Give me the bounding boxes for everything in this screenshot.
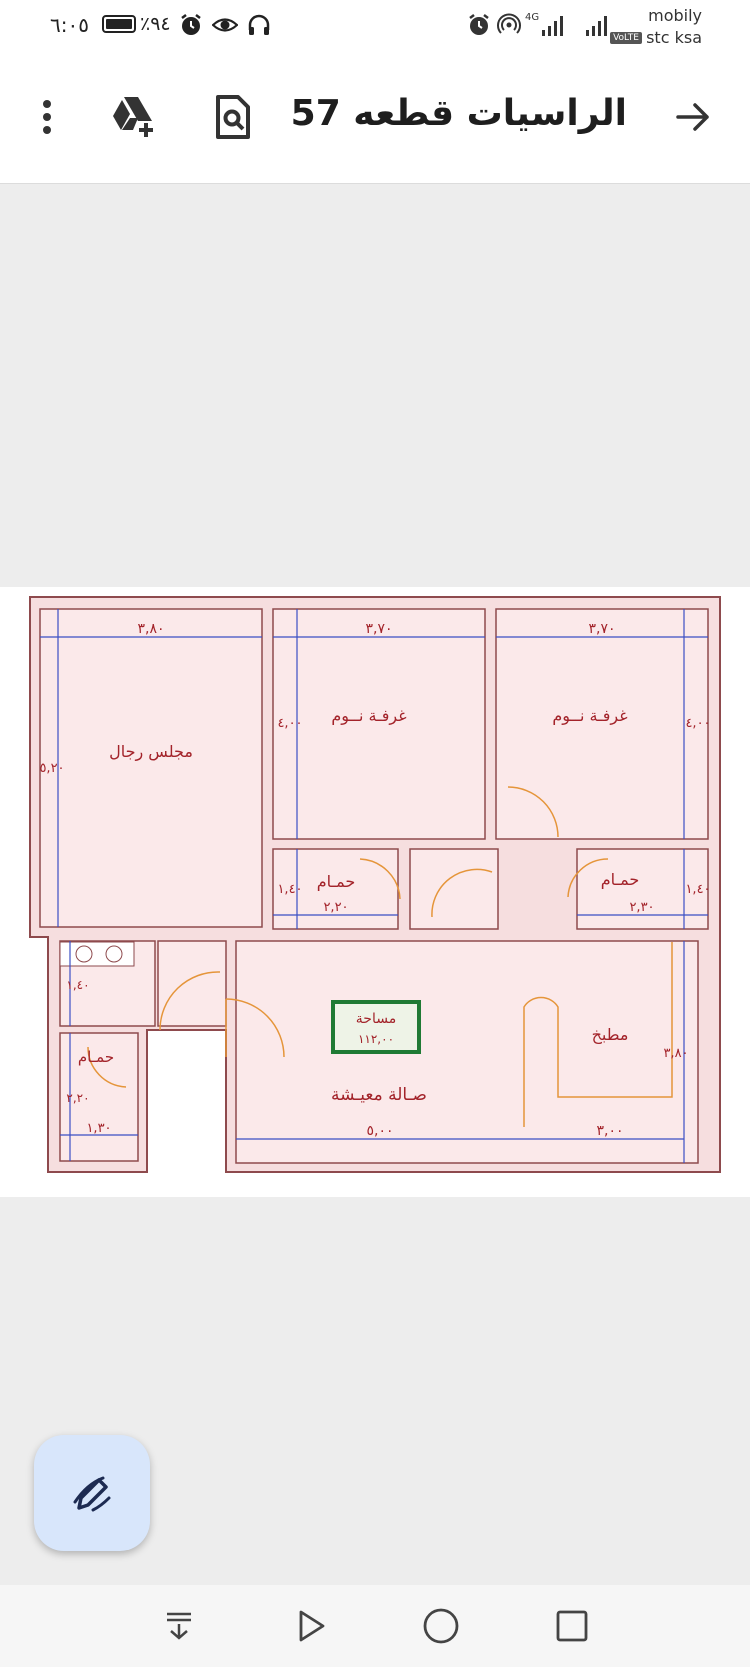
alarm-icon-right xyxy=(469,14,489,35)
dim-majlis-width: ٣,٨٠ xyxy=(137,621,164,637)
room-entry xyxy=(157,940,227,1027)
room-corridor xyxy=(409,848,499,930)
battery-percent: ٪٩٤ xyxy=(140,13,171,35)
carrier-secondary: stc ksa xyxy=(646,28,702,47)
recents-nav-button[interactable] xyxy=(549,1603,595,1649)
floor-plan-image[interactable]: مجلس رجال غرفـة نــوم غرفـة نــوم حمـام … xyxy=(0,587,750,1197)
volte-badge: VoLTE xyxy=(610,32,642,44)
home-nav-button[interactable] xyxy=(418,1603,464,1649)
label-bath-middle: حمـام xyxy=(317,872,356,891)
back-triangle-icon xyxy=(299,1610,325,1642)
network-type: 4G xyxy=(525,12,540,23)
carrier-primary: mobily xyxy=(648,6,702,25)
dim-majlis-length: ٥,٢٠ xyxy=(39,761,64,776)
home-circle-icon xyxy=(423,1608,459,1644)
keyboard-hide-button[interactable] xyxy=(156,1603,202,1649)
label-area-value: ١١٢,٠٠ xyxy=(358,1032,394,1046)
arrow-forward-icon xyxy=(676,103,709,131)
signal-icon-2 xyxy=(586,16,607,36)
dim-bath-middle-width: ٢,٢٠ xyxy=(323,900,348,915)
dim-left-upper-length: ١,٤٠ xyxy=(66,978,89,992)
back-button[interactable] xyxy=(666,90,720,144)
dim-bath-middle-length: ١,٤٠ xyxy=(277,882,302,897)
dim-bed-middle-width: ٣,٧٠ xyxy=(365,621,392,637)
status-bar: ٦:٠٥ ٪٩٤ 4G VoLTE mobily stc ksa xyxy=(0,0,750,60)
label-area: مساحة xyxy=(356,1011,396,1027)
keyboard-hide-icon xyxy=(167,1612,191,1640)
app-bar: الراسيات قطعه 57... xyxy=(0,60,750,184)
dim-kitchen-width: ٣,٠٠ xyxy=(596,1123,623,1139)
battery-icon xyxy=(102,15,136,33)
dim-bath-left-length: ٢,٢٠ xyxy=(66,1091,89,1105)
status-time: ٦:٠٥ xyxy=(50,13,89,37)
document-title: الراسيات قطعه 57... xyxy=(292,93,627,134)
label-living: صـالة معيـشة xyxy=(331,1085,427,1105)
find-in-document-button[interactable] xyxy=(206,90,260,144)
signal-icon-1 xyxy=(542,16,563,36)
document-search-icon xyxy=(216,95,250,139)
dim-bath-right-length: ١,٤٠ xyxy=(685,882,710,897)
recents-square-icon xyxy=(556,1610,588,1642)
dim-bed-right-width: ٣,٧٠ xyxy=(588,621,615,637)
hotspot-icon xyxy=(497,13,521,34)
system-nav-bar xyxy=(0,1585,750,1667)
dim-bath-right-width: ٢,٣٠ xyxy=(629,900,654,915)
label-kitchen: مطبخ xyxy=(592,1025,629,1045)
dim-bed-middle-length: ٤,٠٠ xyxy=(277,716,302,731)
add-to-drive-button[interactable] xyxy=(107,90,161,144)
label-bedroom-middle: غرفـة نــوم xyxy=(331,706,406,726)
label-bedroom-right: غرفـة نــوم xyxy=(552,706,627,726)
headphones-icon xyxy=(248,14,270,35)
room-majlis xyxy=(39,608,263,928)
room-living xyxy=(235,940,699,1164)
label-majlis: مجلس رجال xyxy=(109,742,193,762)
dim-kitchen-length: ٣,٨٠ xyxy=(663,1046,688,1061)
edit-fab-button[interactable] xyxy=(34,1435,150,1551)
label-bath-left: حمـام xyxy=(78,1048,114,1066)
eye-icon xyxy=(212,18,238,32)
floor-plan-drawing: مجلس رجال غرفـة نــوم غرفـة نــوم حمـام … xyxy=(29,596,721,1173)
dim-bed-right-length: ٤,٠٠ xyxy=(685,716,710,731)
back-nav-button[interactable] xyxy=(288,1603,334,1649)
drive-add-icon xyxy=(113,97,153,137)
dim-bath-left-width: ١,٣٠ xyxy=(86,1121,111,1136)
more-options-button[interactable] xyxy=(20,90,74,144)
stove-unit xyxy=(59,941,135,967)
edit-pen-icon xyxy=(73,1476,111,1512)
label-bath-right: حمـام xyxy=(601,870,640,889)
alarm-icon xyxy=(181,14,201,35)
more-vertical-icon xyxy=(43,100,51,134)
dim-living-width: ٥,٠٠ xyxy=(366,1123,393,1139)
